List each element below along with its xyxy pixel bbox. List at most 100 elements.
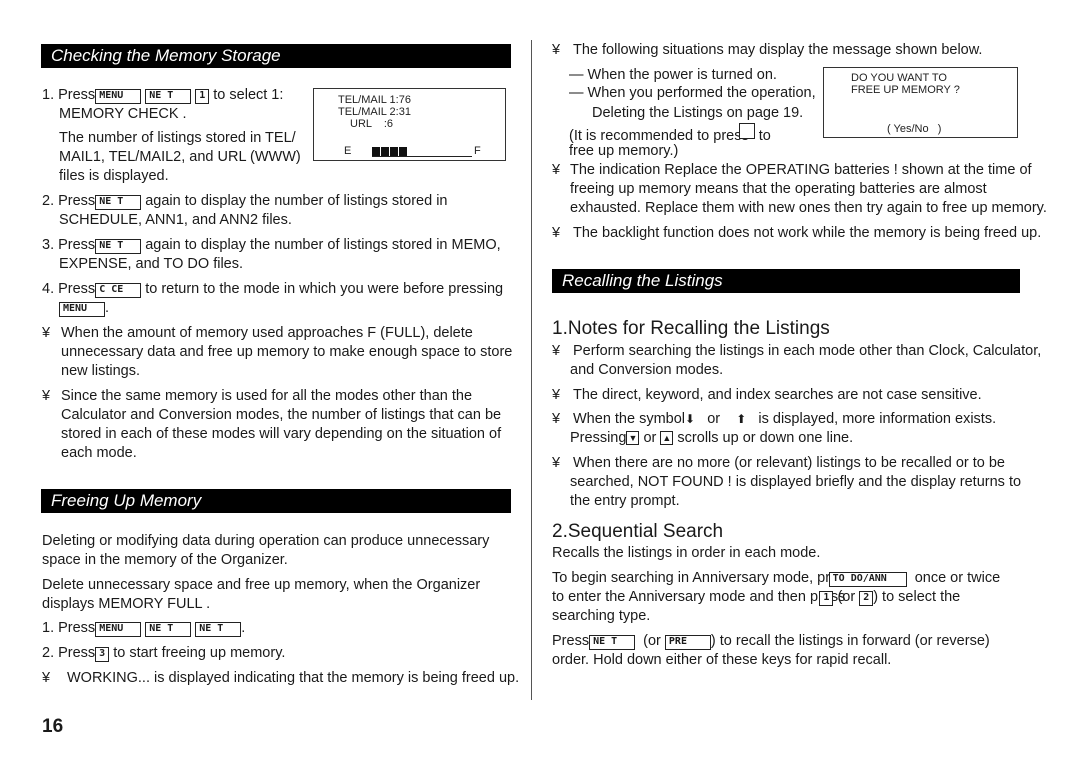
note-bullet: ¥: [552, 42, 561, 58]
seq-line-2: to enter the Anniversary mode and then p…: [552, 588, 960, 606]
note-text: or: [643, 430, 657, 446]
key-1: 1: [819, 591, 834, 606]
note-text: The backlight function does not work whi…: [573, 225, 1042, 241]
note-bullet: ¥: [42, 670, 51, 686]
note-text: scrolls up or down one line.: [677, 430, 854, 446]
note-text: Since the same memory is used for all th…: [61, 388, 473, 404]
step-text: to start freeing up memory.: [113, 645, 286, 661]
step-text: .: [241, 620, 246, 636]
lcd-line: URL :6: [350, 118, 393, 130]
key-next: NE T: [95, 239, 142, 254]
key-next: NE T: [95, 195, 142, 210]
step-text: again to display the number of listings …: [145, 237, 501, 253]
note-text: (or: [837, 589, 856, 605]
paragraph: displays MEMORY FULL .: [42, 596, 211, 612]
key-previous: PRE: [664, 635, 711, 650]
key-todo-ann: TO DO/ANN: [828, 572, 907, 587]
section-header-recalling: Recalling the Listings: [552, 269, 1020, 293]
key-blank: [738, 123, 755, 139]
step-1-para: files is displayed.: [59, 168, 169, 184]
step-3-line: 3. Press NE T again to display the number…: [42, 236, 501, 254]
note-text: and Conversion modes.: [570, 362, 724, 378]
note-text: Pressing: [570, 430, 627, 446]
note-text: When the amount of memory used approache…: [61, 325, 473, 341]
key-next: NE T: [145, 89, 192, 104]
lcd-line: FREE UP MEMORY ?: [851, 84, 960, 96]
dash-item: — When the power is turned on.: [569, 67, 777, 83]
seq-line-1: To begin searching in Anniversary mode, …: [552, 569, 1000, 587]
memory-gauge-segment: [399, 147, 407, 156]
step-1-para: MAIL1, TEL/MAIL2, and URL (WWW): [59, 149, 301, 165]
note-text: ) to select the: [873, 589, 961, 605]
note-text: The direct, keyword, and index searches …: [573, 387, 982, 403]
memory-gauge-segment: [390, 147, 398, 156]
memory-gauge: [372, 146, 472, 157]
step-text: 1. Press: [42, 87, 96, 103]
key-next: NE T: [195, 622, 242, 637]
step-1-para: The number of listings stored in TEL/: [59, 130, 296, 146]
step-text: 4. Press: [42, 281, 96, 297]
arrow-up-icon: ⬆: [736, 412, 747, 426]
lcd-line: ( Yes/No ): [887, 123, 942, 135]
memory-gauge-segment: [372, 147, 380, 156]
step-text: to return to the mode in which you were …: [145, 281, 504, 297]
key-3: 3: [95, 647, 110, 662]
step-2-line2: SCHEDULE, ANN1, and ANN2 files.: [59, 212, 292, 228]
note-text: To begin searching in Anniversary mode, …: [552, 570, 853, 586]
seq-line-4: Press NE T (or PRE) to recall the listing…: [552, 632, 990, 650]
subheading-sequential: 2.Sequential Search: [552, 521, 724, 542]
step-4-line2: MENU.: [59, 299, 109, 317]
step-text: 2. Press: [42, 645, 96, 661]
note-bullet: ¥: [42, 325, 51, 341]
note-text: once or twice: [914, 570, 1001, 586]
paragraph: Delete unnecessary space and free up mem…: [42, 577, 481, 593]
note-text: free up memory.): [569, 143, 679, 159]
note-text: searching type.: [552, 608, 651, 624]
note-text: When there are no more (or relevant) lis…: [573, 455, 1005, 471]
free-step-2: 2. Press 3 to start freeing up memory.: [42, 644, 285, 662]
note-text: the entry prompt.: [570, 493, 680, 509]
subheading-notes: 1.Notes for Recalling the Listings: [552, 318, 830, 339]
page-number: 16: [42, 716, 64, 737]
key-next: NE T: [145, 622, 192, 637]
step-text: again to display the number of listings …: [145, 193, 448, 209]
note-text: to: [758, 128, 771, 144]
step-text: to select 1:: [213, 87, 284, 103]
note-text: ) to recall the listings in forward (or …: [710, 633, 990, 649]
step-1-line: 1. Press MENU NE T 1 to select 1:: [42, 86, 283, 104]
note-text: order. Hold down either of these keys fo…: [552, 652, 892, 668]
key-next: NE T: [589, 635, 636, 650]
step-text: 2. Press: [42, 193, 96, 209]
paragraph: Recalls the listings in order in each mo…: [552, 545, 821, 561]
step-3-line2: EXPENSE, and TO DO files.: [59, 256, 244, 272]
note-text: new listings.: [61, 363, 140, 379]
note-bullet: ¥: [42, 388, 51, 404]
key-down-icon: ▼: [626, 431, 640, 445]
note-text: is displayed, more information exists.: [758, 411, 997, 427]
lcd-empty-label: E: [344, 145, 352, 157]
note-bullet: ¥: [552, 225, 561, 241]
step-4-line: 4. Press C CE to return to the mode in wh…: [42, 280, 503, 298]
lcd-free-memory-prompt: DO YOU WANT TO FREE UP MEMORY ? ( Yes/No…: [823, 67, 1018, 138]
note-text: (or: [643, 633, 661, 649]
note-text: The following situations may display the…: [573, 42, 983, 58]
step-text: 3. Press: [42, 237, 96, 253]
note-text: unnecessary data and free up memory to m…: [61, 344, 513, 360]
column-divider: [531, 40, 532, 700]
lcd-line: TEL/MAIL 1:76: [338, 94, 411, 106]
note-text: searched, NOT FOUND ! is displayed brief…: [570, 474, 1022, 490]
note-bullet: ¥: [552, 387, 561, 403]
note-text: WORKING... is displayed indicating that …: [67, 670, 520, 686]
note-text: Press: [552, 633, 590, 649]
paragraph: space in the memory of the Organizer.: [42, 552, 288, 568]
lcd-line: DO YOU WANT TO: [851, 72, 947, 84]
step-text: 1. Press: [42, 620, 96, 636]
dash-item: Deleting the Listings on page 19.: [592, 105, 804, 121]
step-text: .: [105, 300, 110, 316]
note-text: The indication Replace the OPERATING bat…: [570, 162, 1032, 178]
note-text: exhausted. Replace them with new ones th…: [570, 200, 1047, 216]
note-text: Perform searching the listings in each m…: [573, 343, 1042, 359]
note-bullet: ¥: [552, 343, 561, 359]
step-1-line2: MEMORY CHECK .: [59, 106, 187, 122]
paragraph: Deleting or modifying data during operat…: [42, 533, 490, 549]
